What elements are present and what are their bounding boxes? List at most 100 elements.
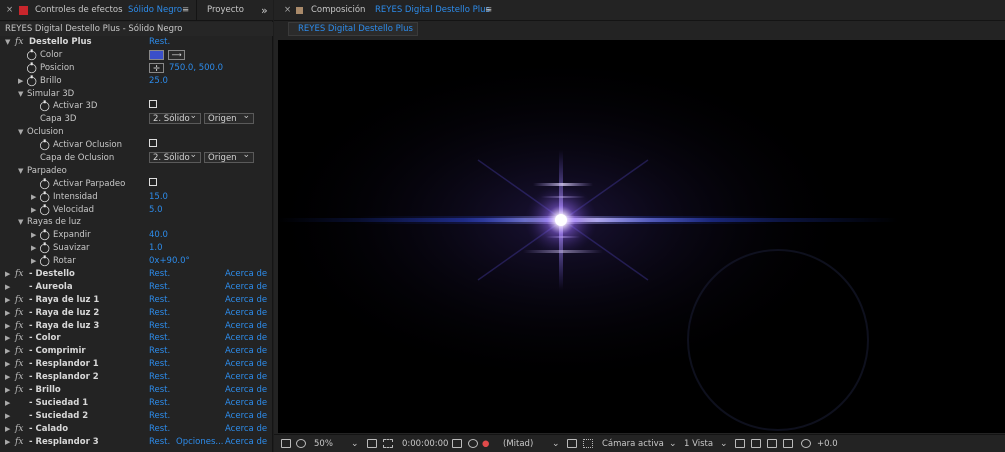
about-link[interactable]: Acerca de — [225, 345, 267, 358]
stopwatch-icon[interactable] — [40, 139, 50, 151]
fx-icon[interactable]: fx — [15, 294, 23, 307]
fx-icon[interactable]: fx — [15, 36, 23, 49]
color-channels-icon[interactable]: ● — [482, 435, 489, 452]
effect-controls-layer-name[interactable]: Sólido Negro — [128, 0, 182, 21]
panel-menu-icon[interactable]: ≡ — [182, 0, 189, 21]
effect-row[interactable]: ▶ - Suciedad 1 Rest. Acerca de — [0, 397, 272, 410]
fx-icon[interactable]: fx — [15, 384, 23, 397]
stopwatch-icon[interactable] — [27, 49, 37, 61]
intensity-value[interactable]: 15.0 — [149, 191, 168, 204]
collapse-triangle-icon[interactable]: ▶ — [31, 255, 36, 268]
expand-triangle-icon[interactable]: ▼ — [18, 216, 23, 229]
color-swatch[interactable] — [149, 49, 164, 60]
mask-visibility-icon[interactable] — [296, 439, 306, 448]
stopwatch-icon[interactable] — [40, 255, 50, 267]
reset-link[interactable]: Rest. — [149, 36, 170, 49]
reset-link[interactable]: Rest. — [149, 423, 170, 436]
layer3d-dropdown[interactable]: 2. Sólido — [149, 111, 201, 125]
stopwatch-icon[interactable] — [40, 242, 50, 254]
fx-icon[interactable]: fx — [15, 371, 23, 384]
reset-link[interactable]: Rest. — [149, 332, 170, 345]
camera-chevron-down-icon[interactable]: ⌄ — [669, 435, 677, 452]
close-tab-icon[interactable]: × — [6, 0, 13, 21]
stopwatch-icon[interactable] — [27, 62, 37, 73]
transparency-toggle-icon[interactable] — [583, 439, 593, 448]
fx-icon[interactable]: fx — [15, 345, 23, 358]
about-link[interactable]: Acerca de — [225, 410, 267, 423]
camera-dropdown[interactable]: Cámara activa — [602, 435, 664, 452]
reset-link[interactable]: Rest. — [149, 371, 170, 384]
reset-link[interactable]: Rest. — [149, 281, 170, 294]
effect-row[interactable]: ▶ fx - Raya de luz 2 Rest. Acerca de — [0, 307, 272, 320]
about-link[interactable]: Acerca de — [225, 436, 267, 449]
stopwatch-icon[interactable] — [40, 229, 50, 241]
occlusion-layer-dropdown[interactable]: 2. Sólido — [149, 150, 201, 164]
reset-link[interactable]: Rest. — [149, 268, 170, 281]
show-snapshot-icon[interactable] — [468, 439, 478, 448]
collapse-triangle-icon[interactable]: ▶ — [5, 332, 10, 345]
stopwatch-icon[interactable] — [40, 203, 50, 215]
expand-triangle-icon[interactable]: ▼ — [5, 36, 10, 49]
occlusion-origin-dropdown[interactable]: Origen — [204, 150, 254, 164]
timeline-icon[interactable] — [767, 439, 777, 448]
group-row-flicker[interactable]: ▼ Parpadeo — [0, 165, 272, 178]
about-link[interactable]: Acerca de — [225, 358, 267, 371]
fx-icon[interactable]: fx — [15, 358, 23, 371]
reset-link[interactable]: Rest. — [149, 436, 170, 449]
about-link[interactable]: Acerca de — [225, 423, 267, 436]
grid-guides-icon[interactable] — [367, 439, 377, 448]
about-link[interactable]: Acerca de — [225, 268, 267, 281]
reset-link[interactable]: Rest. — [149, 320, 170, 333]
about-link[interactable]: Acerca de — [225, 384, 267, 397]
zoom-chevron-down-icon[interactable]: ⌄ — [351, 435, 359, 452]
speed-value[interactable]: 5.0 — [149, 204, 163, 217]
always-preview-icon[interactable] — [281, 439, 291, 448]
flowchart-icon[interactable] — [783, 439, 793, 448]
about-link[interactable]: Acerca de — [225, 320, 267, 333]
effect-row[interactable]: ▶ fx - Comprimir Rest. Acerca de — [0, 345, 272, 358]
fx-icon[interactable]: fx — [15, 423, 23, 436]
expand-triangle-icon[interactable]: ▼ — [18, 165, 23, 178]
collapse-triangle-icon[interactable]: ▶ — [31, 191, 36, 204]
reset-link[interactable]: Rest. — [149, 294, 170, 307]
collapse-triangle-icon[interactable]: ▶ — [5, 268, 10, 281]
reset-link[interactable]: Rest. — [149, 397, 170, 410]
expand-triangle-icon[interactable]: ▼ — [18, 88, 23, 101]
collapse-triangle-icon[interactable]: ▶ — [5, 397, 10, 410]
resolution-dropdown[interactable]: (Mitad) — [503, 435, 533, 452]
effect-controls-tab-title[interactable]: Controles de efectos — [35, 0, 123, 21]
expand-triangle-icon[interactable]: ▼ — [18, 126, 23, 139]
collapse-triangle-icon[interactable]: ▶ — [5, 436, 10, 449]
about-link[interactable]: Acerca de — [225, 307, 267, 320]
reset-link[interactable]: Rest. — [149, 358, 170, 371]
fast-previews-icon[interactable] — [751, 439, 761, 448]
activate-flicker-checkbox[interactable] — [149, 177, 157, 186]
effect-row[interactable]: ▶ - Suciedad 2 Rest. Acerca de — [0, 410, 272, 423]
about-link[interactable]: Acerca de — [225, 332, 267, 345]
collapse-triangle-icon[interactable]: ▶ — [31, 204, 36, 217]
stopwatch-icon[interactable] — [27, 75, 37, 86]
reset-link[interactable]: Rest. — [149, 345, 170, 358]
stopwatch-icon[interactable] — [40, 191, 50, 202]
collapse-triangle-icon[interactable]: ▶ — [31, 242, 36, 255]
collapse-triangle-icon[interactable]: ▶ — [5, 307, 10, 320]
effect-row[interactable]: ▶ fx - Calado Rest. Acerca de — [0, 423, 272, 436]
collapse-triangle-icon[interactable]: ▶ — [5, 410, 10, 423]
reset-link[interactable]: Rest. — [149, 307, 170, 320]
resolution-chevron-down-icon[interactable]: ⌄ — [552, 435, 560, 452]
fx-icon[interactable]: fx — [15, 436, 23, 449]
composition-name[interactable]: REYES Digital Destello Plus — [375, 0, 490, 21]
about-link[interactable]: Acerca de — [225, 294, 267, 307]
snapshot-camera-icon[interactable] — [452, 439, 462, 448]
soften-value[interactable]: 1.0 — [149, 242, 163, 255]
timecode-display[interactable]: 0:00:00:00 — [402, 435, 448, 452]
effect-row[interactable]: ▶ fx - Raya de luz 1 Rest. Acerca de — [0, 294, 272, 307]
activate3d-checkbox[interactable] — [149, 100, 157, 109]
about-link[interactable]: Acerca de — [225, 397, 267, 410]
rotate-value[interactable]: 0x+90.0° — [149, 255, 190, 268]
eyedropper-icon[interactable]: ⟶ — [168, 49, 185, 60]
fx-icon[interactable]: fx — [15, 268, 23, 281]
effect-row[interactable]: ▶ - Aureola Rest. Acerca de — [0, 281, 272, 294]
brightness-value[interactable]: 25.0 — [149, 75, 168, 88]
zoom-dropdown[interactable]: 50% — [314, 435, 333, 452]
